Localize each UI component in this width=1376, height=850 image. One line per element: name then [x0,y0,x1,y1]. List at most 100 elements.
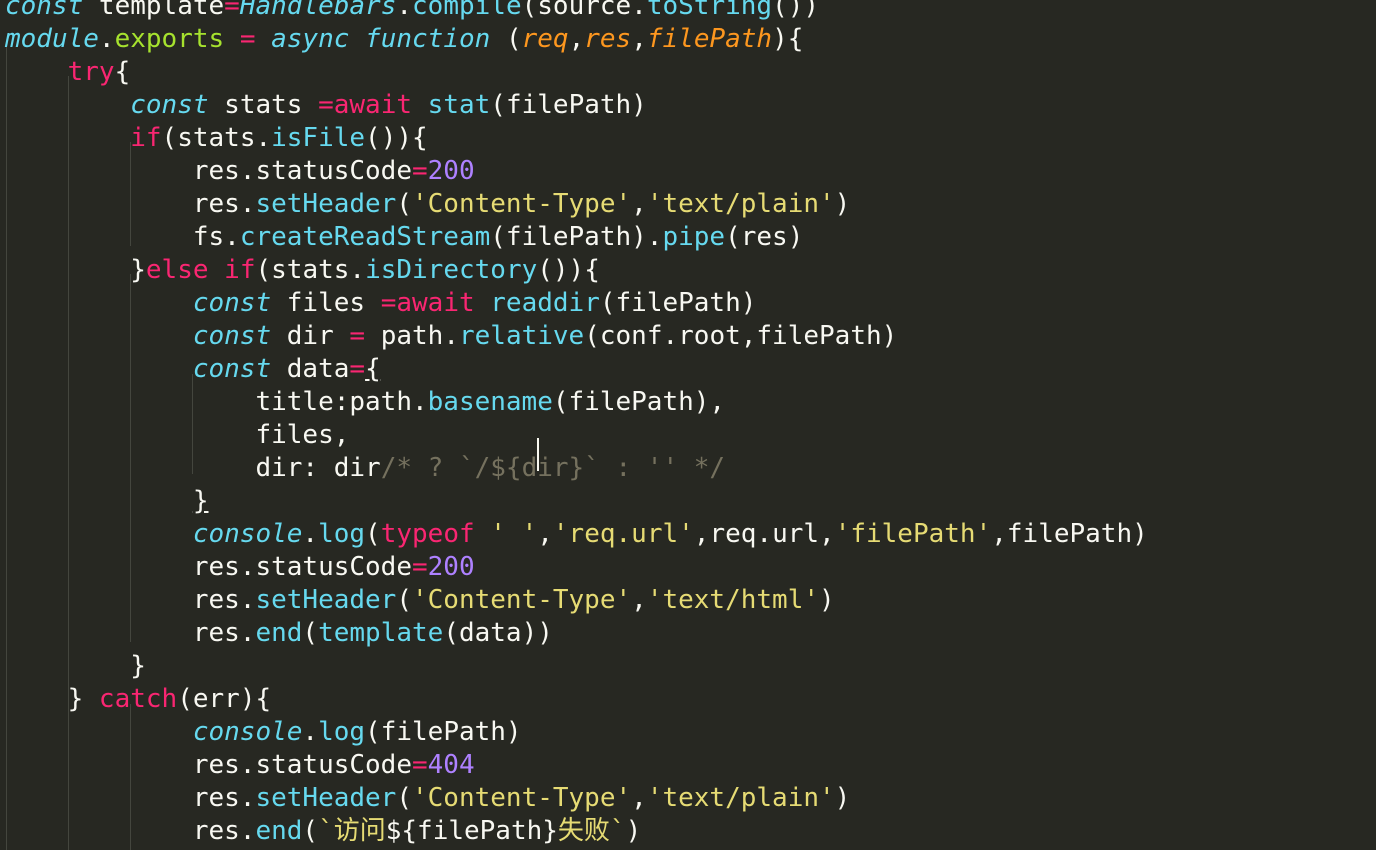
code-token: res. [5,783,256,813]
code-token: dir: dir [5,453,381,483]
code-token: setHeader [255,585,397,615]
code-line[interactable]: const data={ [5,353,381,386]
code-line[interactable]: }else if(stats.isDirectory()){ [5,254,600,287]
code-token: } [5,684,99,714]
code-token: end [255,618,303,648]
code-token: dir [271,321,350,351]
text-cursor [537,438,539,471]
code-token: 'text/plain' [646,189,835,219]
code-line[interactable]: const template=Handlebars.compile(source… [5,0,819,23]
code-token: function [365,24,491,54]
code-token: ()){ [365,123,428,153]
code-token: = [349,354,366,384]
code-line[interactable]: const stats =await stat(filePath) [5,89,647,122]
code-line[interactable]: } [5,485,209,518]
code-token: res. [5,585,256,615]
code-line[interactable]: if(stats.isFile()){ [5,122,428,155]
code-token: } [5,651,146,681]
code-token: } [5,255,146,285]
code-token: 'text/html' [646,585,819,615]
code-token: ) [819,585,835,615]
code-token: setHeader [255,189,397,219]
code-token: = [224,0,240,21]
code-token: res. [5,618,256,648]
code-token: const [192,354,272,384]
code-token: (res) [725,222,804,252]
code-token: (err){ [177,684,272,714]
code-token: , [631,585,647,615]
code-token: async [271,24,350,54]
code-token: toString [646,0,773,21]
code-token: = [412,156,428,186]
code-token: (source. [521,0,647,21]
code-line[interactable]: } catch(err){ [5,683,272,716]
code-token: = [239,24,256,54]
code-token: (filePath). [490,222,663,252]
code-line[interactable]: res.statusCode=200 [5,551,475,584]
code-line[interactable]: res.setHeader('Content-Type','text/html'… [5,584,835,617]
code-line[interactable]: console.log(typeof ' ','req.url',req.url… [5,518,1148,551]
code-editor[interactable]: const template=Handlebars.compile(source… [0,0,1376,850]
code-token: module [5,24,99,54]
code-token: data [271,354,350,384]
code-token: } [192,486,209,516]
code-token: stat [427,90,491,120]
code-token: res. [5,816,256,846]
code-line[interactable]: res.end(template(data)) [5,617,553,650]
code-token: const [192,321,272,351]
code-token: 404 [427,750,475,780]
code-token: console [192,717,303,747]
code-token: 'Content-Type' [412,585,632,615]
code-token: log [318,519,366,549]
code-token: title:path. [5,387,428,417]
code-token: ) [625,816,642,846]
code-token: try [67,57,115,87]
code-line[interactable]: files, [5,419,349,452]
code-token: if [130,123,162,153]
code-token: =await [380,288,475,318]
code-token: log [318,717,366,747]
code-line[interactable]: res.end(`访问${filePath}失败`) [5,815,641,848]
code-line[interactable]: const files =await readdir(filePath) [5,287,757,320]
code-line[interactable]: fs.createReadStream(filePath).pipe(res) [5,221,804,254]
code-token: 'text/plain' [646,783,835,813]
code-token: ,filePath) [991,519,1148,549]
code-line[interactable]: console.log(filePath) [5,716,522,749]
code-token: ( [396,783,412,813]
code-token: . [98,24,115,54]
code-token: files [271,288,381,318]
code-line[interactable]: res.statusCode=404 [5,749,475,782]
code-token: ${filePath} [385,816,558,846]
code-token: isDirectory [365,255,538,285]
code-token: path. [365,321,459,351]
code-token: , [631,783,647,813]
code-line[interactable]: title:path.basename(filePath), [5,386,725,419]
code-line[interactable]: const dir = path.relative(conf.root,file… [5,320,897,353]
code-line[interactable]: module.exports = async function (req,res… [5,23,803,56]
code-token: console [192,519,303,549]
code-token: , [537,519,553,549]
code-token: createReadStream [239,222,491,252]
code-token: template [83,0,225,21]
code-token: ()) [772,0,820,21]
code-line[interactable]: } [5,650,146,683]
code-token: = [349,321,366,351]
code-token: res [584,24,632,54]
code-token: { [114,57,131,87]
code-line[interactable]: try{ [5,56,131,89]
code-token: (filePath) [599,288,757,318]
code-line[interactable]: res.statusCode=200 [5,155,475,188]
code-token: compile [412,0,522,21]
code-line[interactable]: res.setHeader('Content-Type','text/plain… [5,188,850,221]
code-line[interactable]: res.setHeader('Content-Type','text/plain… [5,782,850,815]
code-line[interactable]: dir: dir/* ? `/${dir}` : '' */ [5,452,725,485]
